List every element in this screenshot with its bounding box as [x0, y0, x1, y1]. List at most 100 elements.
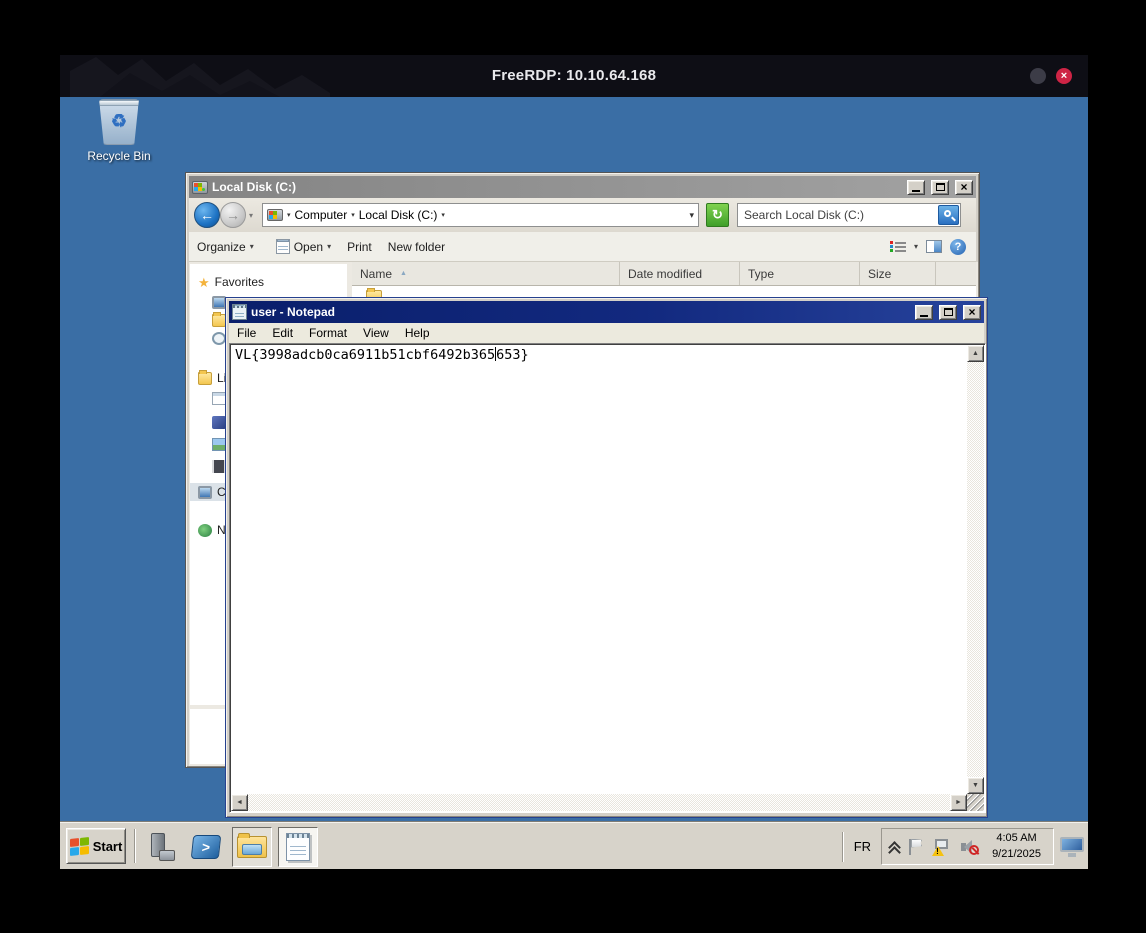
organize-button[interactable]: Organize ▾ [189, 236, 262, 258]
search-input[interactable]: Search Local Disk (C:) [737, 203, 961, 227]
menu-help[interactable]: Help [397, 324, 438, 342]
views-dropdown-icon[interactable]: ▾ [914, 242, 918, 251]
documents-icon [212, 391, 226, 405]
recycle-arrows-icon: ♻ [110, 111, 128, 131]
recycle-bin-desktop-icon[interactable]: ♻ Recycle Bin [74, 99, 164, 163]
remote-desktop[interactable]: ♻ Recycle Bin Local Disk (C:) × ← → ▾ ▾ … [60, 97, 1088, 869]
forward-button[interactable]: → [220, 202, 246, 228]
clock-date: 9/21/2025 [992, 847, 1041, 860]
language-indicator[interactable]: FR [844, 839, 881, 854]
freerdp-minimize-button[interactable] [1030, 68, 1046, 84]
column-header-date-modified[interactable]: Date modified [620, 262, 740, 285]
notepad-taskbar-button[interactable] [278, 827, 318, 867]
column-header-name[interactable]: Name ▲ [352, 262, 620, 285]
close-icon: × [968, 304, 976, 319]
libraries-icon [198, 369, 212, 385]
explorer-title: Local Disk (C:) [212, 180, 297, 194]
search-icon [944, 210, 951, 217]
menu-view[interactable]: View [355, 324, 397, 342]
computer-icon [198, 485, 212, 499]
sidebar-item-favorites[interactable]: ★ Favorites [190, 273, 347, 291]
local-disk-icon [192, 180, 208, 194]
powershell-button[interactable]: > [186, 827, 226, 867]
chevron-down-icon: ▾ [249, 211, 254, 220]
explorer-close-button[interactable]: × [955, 179, 973, 195]
taskbar-divider [134, 829, 136, 863]
resize-grip[interactable] [967, 794, 984, 811]
open-button[interactable]: Open ▾ [268, 236, 339, 258]
network-status-icon[interactable] [932, 838, 951, 856]
desktop-icon [212, 295, 226, 309]
menu-format[interactable]: Format [301, 324, 355, 342]
help-icon[interactable]: ? [950, 238, 966, 255]
notepad-title: user - Notepad [251, 305, 336, 319]
folder-icon [237, 833, 267, 858]
show-hidden-icons-chevron-icon[interactable] [890, 843, 898, 851]
address-dropdown-icon[interactable]: ▾ [689, 210, 694, 221]
view-controls: ▾ ? [889, 238, 976, 255]
arrow-down-icon: ▼ [972, 782, 979, 789]
freerdp-titlebar[interactable]: FreeRDP: 10.10.64.168 × [60, 55, 1088, 97]
search-button[interactable] [938, 205, 959, 225]
action-center-flag-icon[interactable] [907, 838, 923, 856]
chevron-down-icon: ▾ [327, 242, 332, 251]
column-header-filler [936, 262, 976, 285]
text-before-caret: VL{3998adcb0ca6911b51cbf6492b365 [235, 347, 496, 363]
system-tray: FR 4:05 AM 9 [841, 827, 1084, 866]
new-folder-button[interactable]: New folder [380, 236, 453, 258]
star-icon: ★ [198, 274, 210, 290]
column-headers: Name ▲ Date modified Type Size [352, 262, 976, 286]
notepad-text-area[interactable]: VL{3998adcb0ca6911b51cbf6492b365653} ▲ ▼… [229, 343, 986, 813]
column-header-size[interactable]: Size [860, 262, 936, 285]
explorer-maximize-button[interactable] [931, 179, 949, 195]
preview-pane-icon[interactable] [926, 240, 942, 253]
recent-pages-dropdown[interactable]: ▾ [249, 211, 253, 220]
notepad-titlebar[interactable]: user - Notepad × [229, 301, 984, 323]
windows-logo-icon [69, 836, 89, 856]
screenshot-stage: FreeRDP: 10.10.64.168 × ♻ Recycle Bin Lo… [0, 0, 1146, 933]
breadcrumb-separator-icon: ▾ [351, 212, 355, 219]
scroll-down-button[interactable]: ▼ [967, 777, 984, 794]
menu-file[interactable]: File [229, 324, 264, 342]
scroll-right-button[interactable]: ► [950, 794, 967, 811]
arrow-right-icon: ► [955, 799, 962, 806]
horizontal-scrollbar[interactable]: ◄ ► [231, 794, 967, 811]
notepad-maximize-button[interactable] [939, 304, 957, 320]
maximize-icon [943, 308, 953, 316]
search-placeholder: Search Local Disk (C:) [744, 208, 865, 222]
vertical-scrollbar[interactable]: ▲ ▼ [967, 345, 984, 794]
powershell-icon: > [190, 835, 222, 859]
downloads-folder-icon [212, 311, 226, 327]
explorer-minimize-button[interactable] [907, 179, 925, 195]
explorer-address-bar: ← → ▾ ▾ Computer ▾ Local Disk (C:) ▾ ▾ ↻… [189, 198, 976, 232]
volume-muted-icon[interactable] [960, 838, 980, 856]
notepad-close-button[interactable]: × [963, 304, 981, 320]
freerdp-close-button[interactable]: × [1056, 68, 1072, 84]
breadcrumb-current[interactable]: Local Disk (C:) [359, 208, 438, 222]
taskbar-clock[interactable]: 4:05 AM 9/21/2025 [988, 831, 1045, 863]
close-icon: × [1060, 69, 1068, 82]
notepad-file-icon [275, 239, 290, 254]
refresh-icon: ↻ [712, 207, 723, 222]
change-view-icon[interactable] [889, 240, 906, 253]
notepad-minimize-button[interactable] [915, 304, 933, 320]
menu-edit[interactable]: Edit [264, 324, 301, 342]
notepad-menubar: File Edit Format View Help [229, 323, 984, 343]
network-icon [198, 523, 212, 537]
breadcrumb[interactable]: ▾ Computer ▾ Local Disk (C:) ▾ ▾ [262, 203, 699, 227]
back-button[interactable]: ← [194, 202, 220, 228]
explorer-taskbar-button[interactable] [232, 827, 272, 867]
refresh-button[interactable]: ↻ [706, 203, 729, 227]
print-button[interactable]: Print [339, 236, 380, 258]
scroll-up-button[interactable]: ▲ [967, 345, 984, 362]
notepad-text: VL{3998adcb0ca6911b51cbf6492b365653} [235, 347, 529, 363]
explorer-titlebar[interactable]: Local Disk (C:) × [189, 176, 976, 198]
start-label: Start [92, 838, 123, 854]
scroll-left-button[interactable]: ◄ [231, 794, 248, 811]
breadcrumb-computer[interactable]: Computer [295, 208, 348, 222]
column-header-type[interactable]: Type [740, 262, 860, 285]
display-monitor-icon[interactable] [1060, 836, 1084, 857]
recycle-bin-label: Recycle Bin [87, 149, 151, 163]
start-button[interactable]: Start [66, 828, 126, 864]
server-manager-button[interactable] [142, 827, 182, 867]
